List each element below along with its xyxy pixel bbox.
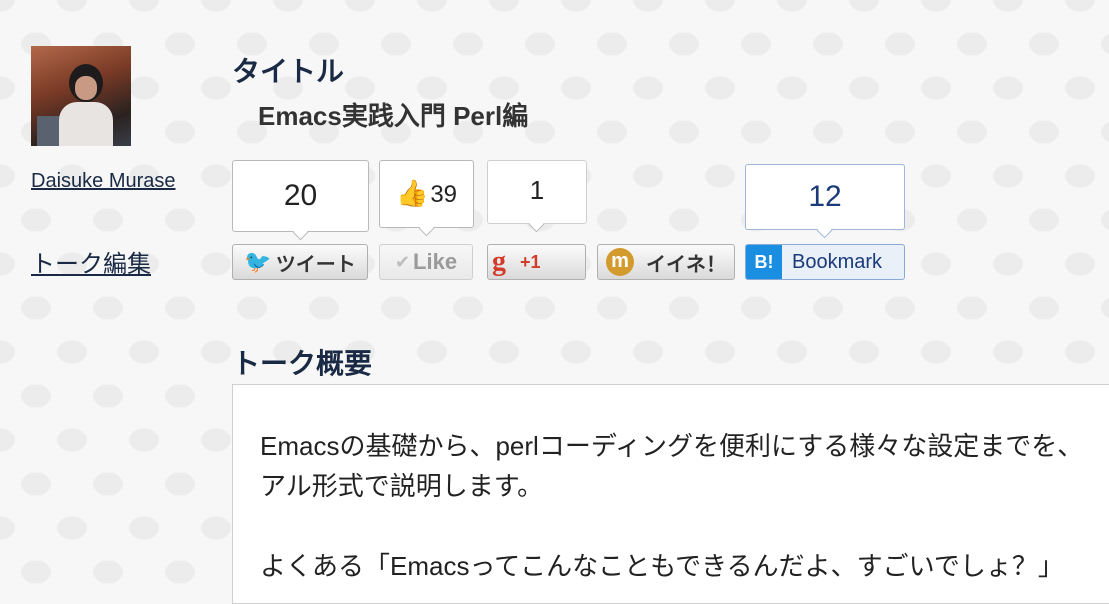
plus-one-label: +1	[520, 251, 541, 272]
avatar-face	[75, 76, 97, 100]
tweet-count: 20	[232, 160, 369, 232]
avatar-body	[59, 102, 113, 146]
like-count-box: 👍39	[379, 160, 474, 228]
thumbs-up-icon: 👍	[395, 178, 429, 208]
summary-box: Emacsの基礎から、perlコーディングを便利にする様々な設定までを、 アル形…	[232, 384, 1109, 604]
hatena-bookmark-button[interactable]: B! Bookmark	[745, 244, 905, 280]
talk-edit-link[interactable]: トーク編集	[31, 244, 151, 279]
hatena-bookmark-icon: B!	[746, 245, 782, 279]
tweet-button-label: ツイート	[275, 253, 356, 276]
google-plus-icon: g	[492, 246, 506, 277]
plus-one-count: 1	[487, 160, 587, 224]
summary-line: Emacsの基礎から、perlコーディングを便利にする様々な設定までを、	[260, 431, 1084, 461]
title-heading: タイトル	[232, 56, 345, 87]
tweet-button[interactable]: 🐦 ツイート	[232, 244, 368, 280]
summary-line: アル形式で説明します。	[260, 471, 544, 501]
user-name-link[interactable]: Daisuke Murase	[31, 170, 176, 193]
plus-one-button[interactable]: g +1	[487, 244, 586, 280]
check-icon: ✔	[394, 251, 411, 272]
summary-line: よくある「Emacsってこんなこともできるんだよ、すごいでしょ？」	[260, 551, 1064, 581]
hatena-bookmark-label: Bookmark	[792, 250, 883, 273]
summary-heading: トーク概要	[232, 348, 373, 379]
twitter-bird-icon: 🐦	[244, 249, 272, 274]
mixi-iine-label: イイネ！	[646, 253, 726, 276]
hatena-bookmark-count: 12	[745, 164, 905, 230]
mixi-icon: m	[606, 248, 634, 276]
avatar	[31, 46, 131, 146]
talk-title: Emacs実践入門 Perl編	[258, 101, 529, 131]
like-button-label: Like	[413, 249, 458, 274]
like-count: 39	[430, 181, 458, 208]
mixi-iine-button[interactable]: m イイネ！	[597, 244, 735, 280]
like-button[interactable]: ✔ Like	[379, 244, 473, 280]
